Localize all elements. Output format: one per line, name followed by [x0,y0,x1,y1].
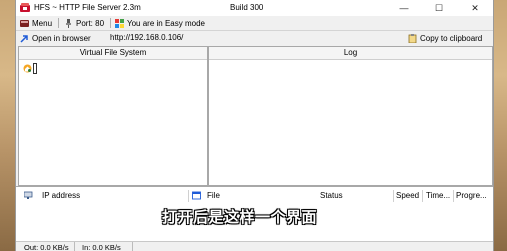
browser-arrow-icon [20,34,29,43]
menu-separator [58,18,59,28]
col-speed[interactable]: Speed [396,191,419,200]
url-bar: Open in browser http://192.168.0.106/ Co… [16,31,493,45]
plug-icon [64,18,73,28]
menu-separator [110,18,111,28]
col-file-label: File [207,191,220,200]
copy-to-clipboard-label: Copy to clipboard [420,33,483,43]
port-label: Port: 80 [76,18,105,28]
mode-button[interactable]: You are in Easy mode [115,16,205,30]
col-ip-address-label: IP address [42,191,81,200]
close-button[interactable]: ✕ [462,0,488,16]
vfs-header: Virtual File System [19,47,207,60]
column-divider[interactable] [422,190,423,202]
maximize-button[interactable]: ☐ [426,0,452,16]
in-speed: In: 0.0 KB/s [82,243,121,251]
col-status[interactable]: Status [320,191,343,200]
col-time-label: Time... [426,191,451,200]
col-speed-label: Speed [396,191,420,200]
menu-button[interactable]: Menu [20,16,52,30]
menu-icon [20,19,29,28]
home-folder-icon [23,64,32,73]
mode-label: You are in Easy mode [127,18,205,28]
mode-icon [115,18,124,28]
col-status-label: Status [320,191,343,200]
window-title: HFS ~ HTTP File Server 2.3m [34,3,141,12]
menu-bar: Menu Port: 80 You are in Easy mode [16,16,493,31]
minimize-button[interactable]: — [391,0,417,16]
col-ip-address[interactable]: IP address [23,191,81,200]
clipboard-icon [408,33,417,43]
port-button[interactable]: Port: 80 [64,16,104,30]
out-speed: Out: 0.0 KB/s [24,243,69,251]
title-bar[interactable]: HFS ~ HTTP File Server 2.3m Build 300 — … [16,0,493,16]
file-window-icon [192,191,201,200]
copy-to-clipboard-button[interactable]: Copy to clipboard [408,31,482,45]
vfs-panel[interactable]: Virtual File System [18,46,208,186]
menu-label: Menu [32,18,53,28]
col-progress-label: Progre... [456,191,487,200]
build-label: Build 300 [230,3,264,12]
video-subtitle: 打开后是这样一个界面 [162,208,318,226]
url-field[interactable]: http://192.168.0.106/ [108,32,406,43]
status-bar: Out: 0.0 KB/s In: 0.0 KB/s [16,241,493,251]
log-panel[interactable]: Log [208,46,493,186]
log-header: Log [209,47,492,60]
rename-cursor[interactable] [33,63,37,74]
open-in-browser-button[interactable]: Open in browser [20,31,91,45]
open-in-browser-label: Open in browser [32,33,91,43]
vfs-root-item[interactable] [23,63,37,74]
hfs-app-icon [20,3,30,13]
col-time[interactable]: Time... [426,191,450,200]
column-divider[interactable] [188,190,189,202]
status-separator [74,242,75,251]
status-separator [132,242,133,251]
col-progress[interactable]: Progre... [456,191,487,200]
col-file[interactable]: File [192,191,220,200]
column-divider[interactable] [453,190,454,202]
column-divider[interactable] [393,190,394,202]
network-icon [23,191,33,200]
